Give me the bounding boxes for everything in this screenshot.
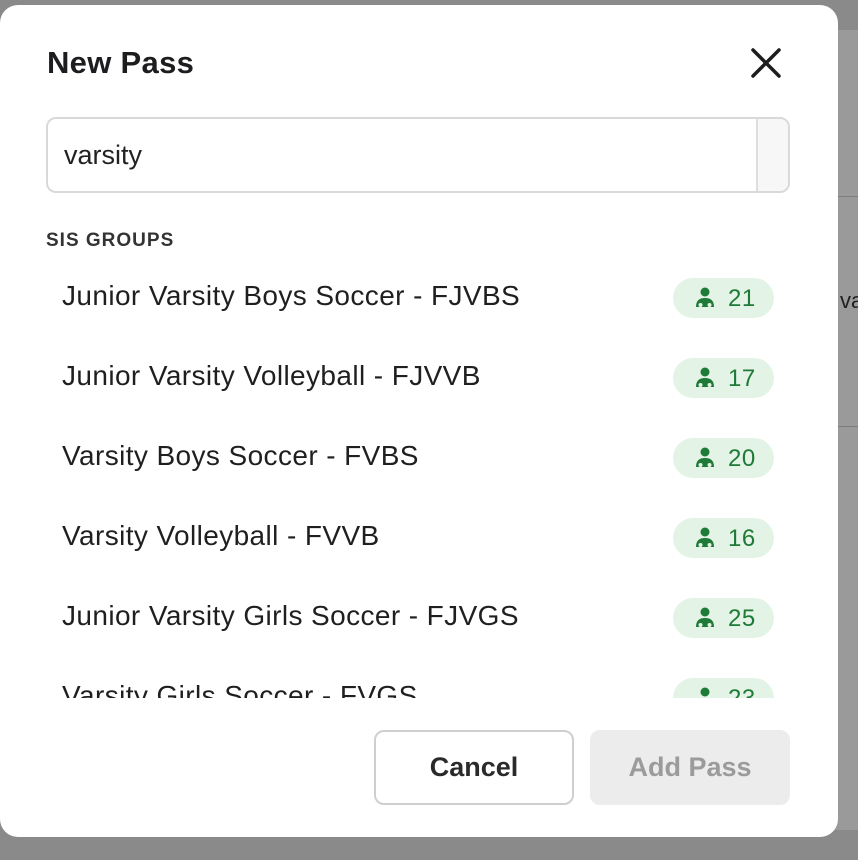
add-pass-button[interactable]: Add Pass xyxy=(590,730,790,805)
member-count-badge: 23 xyxy=(673,678,774,698)
group-list-item[interactable]: Junior Varsity Girls Soccer - FJVGS 25 xyxy=(46,578,788,658)
group-list[interactable]: Junior Varsity Boys Soccer - FJVBS 21 Ju… xyxy=(0,258,838,698)
group-name: Junior Varsity Girls Soccer - FJVGS xyxy=(62,600,519,631)
group-list-item[interactable]: Varsity Volleyball - FVVB 16 xyxy=(46,498,788,578)
background-partial-text: va xyxy=(840,288,858,313)
group-name: Junior Varsity Boys Soccer - FJVBS xyxy=(62,280,521,311)
search-input[interactable] xyxy=(64,119,744,191)
section-label-sis-groups: SIS GROUPS xyxy=(46,230,175,251)
modal-title: New Pass xyxy=(47,45,195,80)
group-list-item[interactable]: Varsity Girls Soccer - FVGS 23 xyxy=(46,658,788,698)
member-count-badge: 20 xyxy=(673,438,774,478)
member-count-badge: 21 xyxy=(673,278,774,318)
close-icon xyxy=(751,48,781,78)
person-icon xyxy=(700,687,710,697)
person-icon xyxy=(696,527,714,547)
person-icon xyxy=(696,607,714,627)
person-icon xyxy=(696,287,714,307)
group-name: Varsity Volleyball - FVVB xyxy=(62,520,380,551)
group-name: Varsity Boys Soccer - FVBS xyxy=(62,440,419,471)
background-divider xyxy=(838,426,858,427)
person-icon xyxy=(696,447,714,467)
group-name: Varsity Girls Soccer - FVGS xyxy=(62,680,418,698)
close-button[interactable] xyxy=(746,43,786,83)
member-count: 23 xyxy=(728,685,756,698)
member-count: 17 xyxy=(728,365,756,392)
group-list-item[interactable]: Junior Varsity Boys Soccer - FJVBS 21 xyxy=(46,258,788,338)
background-divider xyxy=(838,196,858,197)
member-count: 21 xyxy=(728,285,756,312)
person-icon xyxy=(696,367,714,387)
member-count: 20 xyxy=(728,445,756,472)
search-field xyxy=(46,117,790,193)
cancel-button[interactable]: Cancel xyxy=(374,730,574,805)
member-count: 16 xyxy=(728,525,756,552)
group-list-item[interactable]: Junior Varsity Volleyball - FJVVB 17 xyxy=(46,338,788,418)
member-count-badge: 25 xyxy=(673,598,774,638)
member-count: 25 xyxy=(728,605,756,632)
member-count-badge: 17 xyxy=(673,358,774,398)
group-name: Junior Varsity Volleyball - FJVVB xyxy=(62,360,481,391)
search-field-addon[interactable] xyxy=(756,119,788,191)
new-pass-modal: New Pass SIS GROUPS Junior Varsity Boys … xyxy=(0,5,838,837)
group-list-item[interactable]: Varsity Boys Soccer - FVBS 20 xyxy=(46,418,788,498)
member-count-badge: 16 xyxy=(673,518,774,558)
